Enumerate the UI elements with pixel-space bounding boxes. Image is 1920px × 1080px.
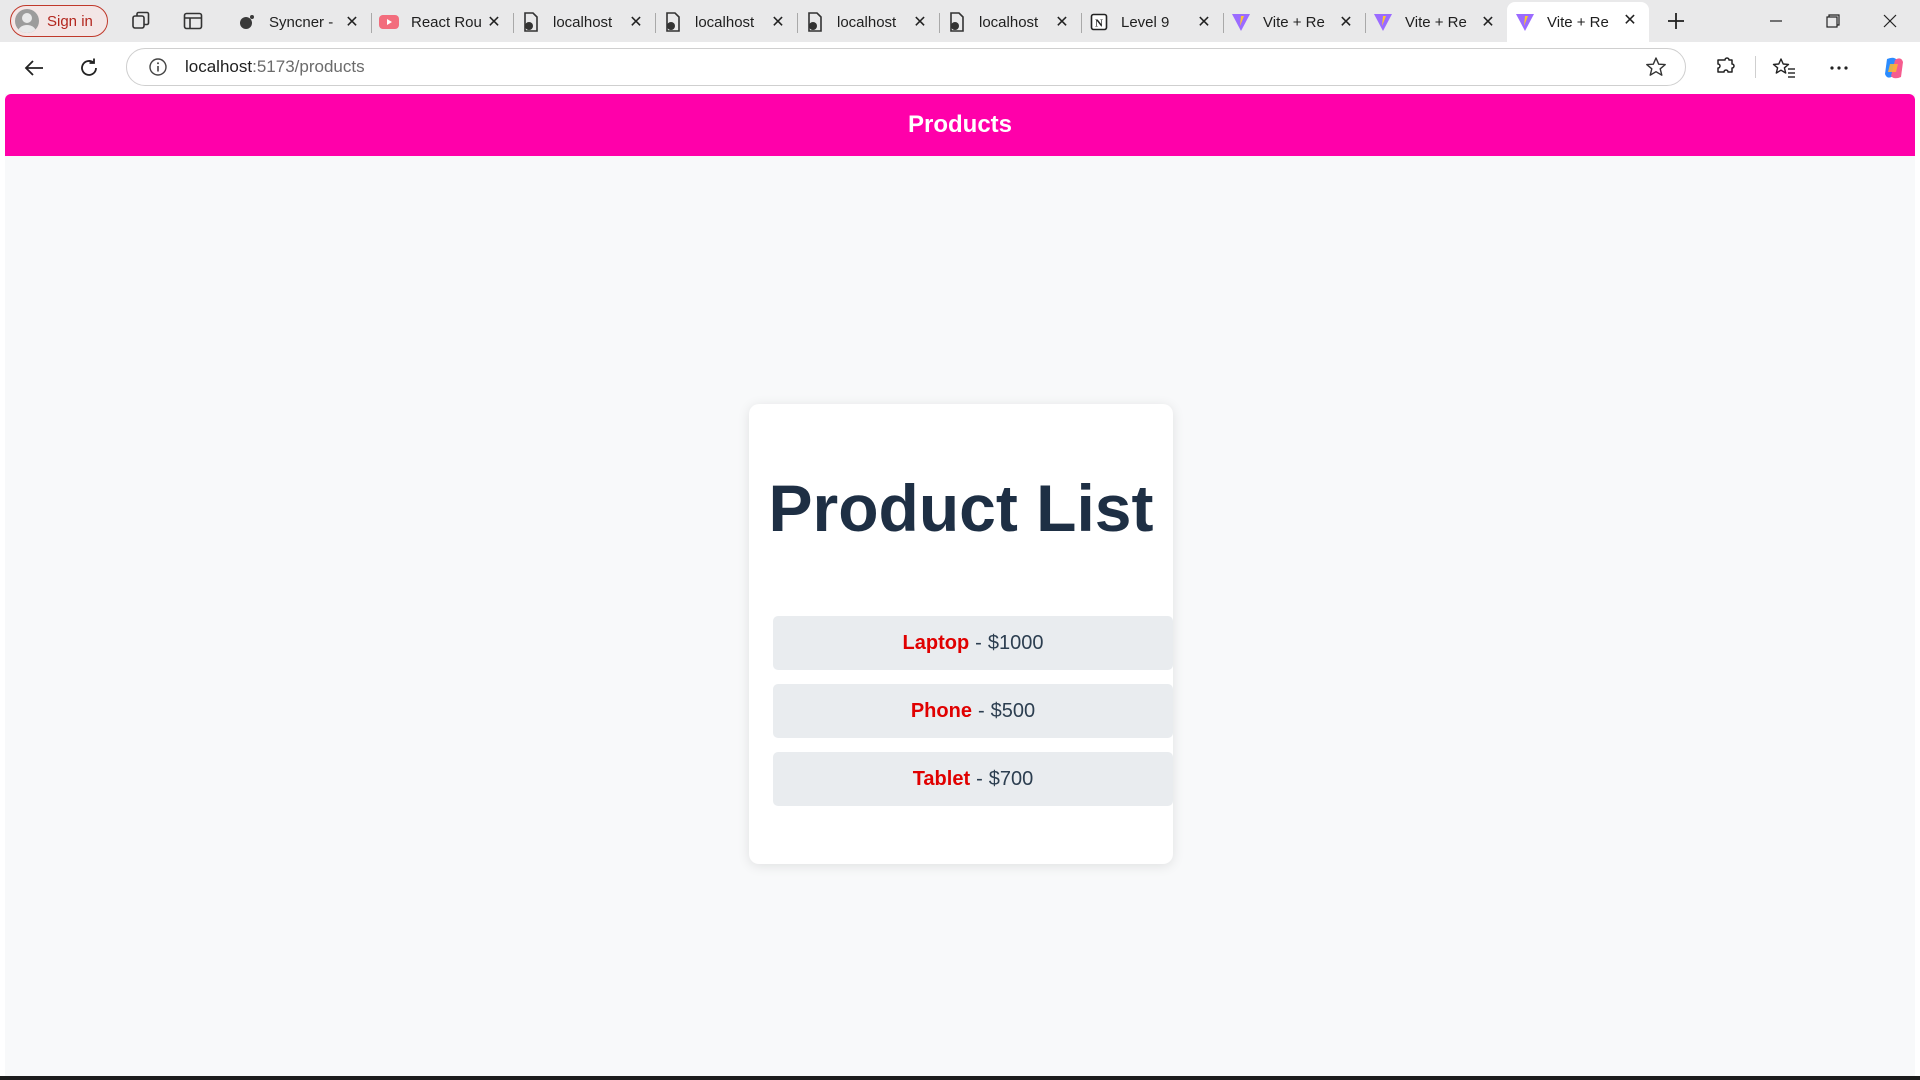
notion-icon: N [1089, 12, 1109, 32]
tab-title: Vite + Re [1405, 13, 1467, 31]
vertical-tabs-icon[interactable] [181, 9, 205, 33]
close-tab-icon[interactable]: ✕ [769, 13, 787, 31]
tab-syncner[interactable]: Syncner - ✕ [229, 4, 372, 40]
close-tab-icon[interactable]: ✕ [1621, 11, 1639, 29]
product-name: Laptop [902, 631, 970, 654]
tab-localhost-4[interactable]: localhost ✕ [939, 4, 1082, 40]
page-header-title: Products [907, 111, 1012, 138]
site-info-icon[interactable] [147, 56, 169, 78]
tab-title: React Rou [411, 13, 481, 31]
tab-title: Vite + Re [1263, 13, 1325, 31]
tab-title: Syncner - [269, 13, 334, 31]
sign-in-button[interactable]: Sign in [10, 5, 108, 37]
document-icon [521, 12, 541, 32]
tab-localhost-3[interactable]: localhost ✕ [797, 4, 940, 40]
url-text[interactable]: localhost:5173/products [185, 57, 365, 77]
list-item: Tablet - $700 [773, 752, 1173, 806]
close-tab-icon[interactable]: ✕ [485, 13, 503, 31]
extensions-icon[interactable] [1709, 52, 1741, 84]
address-bar[interactable]: localhost:5173/products [126, 48, 1686, 86]
tab-localhost-1[interactable]: localhost ✕ [513, 4, 656, 40]
product-price: $500 [990, 699, 1036, 722]
favorite-star-icon[interactable] [1645, 56, 1667, 78]
tab-level-9[interactable]: N Level 9 ✕ [1081, 4, 1224, 40]
url-host: localhost [185, 57, 253, 76]
vite-icon [1373, 12, 1393, 32]
close-tab-icon[interactable]: ✕ [1479, 13, 1497, 31]
restore-icon[interactable] [1805, 0, 1861, 42]
tab-vite-2[interactable]: Vite + Re ✕ [1365, 4, 1507, 40]
sign-in-label: Sign in [47, 12, 93, 30]
vite-icon [1231, 12, 1251, 32]
svg-text:N: N [1095, 18, 1103, 30]
close-tab-icon[interactable]: ✕ [1195, 13, 1213, 31]
product-price: $700 [988, 767, 1034, 790]
product-card: Product List Laptop - $1000 Phone - $500 Tab… [749, 404, 1173, 864]
tab-title: localhost [553, 13, 613, 31]
tab-vite-1[interactable]: Vite + Re ✕ [1223, 4, 1366, 40]
product-separator: - [975, 631, 982, 654]
workspaces-icon[interactable] [129, 9, 153, 33]
browser-toolbar: localhost:5173/products [0, 42, 1920, 94]
close-tab-icon[interactable]: ✕ [911, 13, 929, 31]
tab-react-router[interactable]: React Rou ✕ [371, 4, 514, 40]
document-icon [805, 12, 825, 32]
youtube-icon [379, 12, 399, 32]
product-separator: - [976, 767, 983, 790]
tab-title: localhost [837, 13, 897, 31]
tab-title: localhost [695, 13, 755, 31]
product-price: $1000 [987, 631, 1044, 654]
new-tab-icon[interactable] [1664, 9, 1688, 33]
taskbar-edge [0, 1076, 1920, 1080]
product-separator: - [977, 699, 985, 722]
favorites-icon[interactable] [1768, 52, 1800, 84]
close-tab-icon[interactable]: ✕ [1053, 13, 1071, 31]
copilot-icon[interactable] [1878, 52, 1910, 84]
syncner-icon [237, 12, 257, 32]
tab-title: Level 9 [1121, 13, 1170, 31]
document-icon [947, 12, 967, 32]
close-tab-icon[interactable]: ✕ [1337, 13, 1355, 31]
refresh-icon[interactable] [73, 52, 105, 84]
minimize-icon[interactable] [1748, 0, 1804, 42]
document-icon [663, 12, 683, 32]
vite-icon [1515, 12, 1535, 32]
close-window-icon[interactable] [1862, 0, 1918, 42]
list-item: Phone - $500 [773, 684, 1173, 738]
tab-localhost-2[interactable]: localhost ✕ [655, 4, 798, 40]
profile-avatar-icon [15, 9, 39, 33]
tab-strip: Sign in Syncner - ✕ React Rou ✕ localhos… [0, 0, 1920, 42]
product-list-title: Product List [768, 471, 1154, 545]
tab-title: localhost [979, 13, 1039, 31]
url-path: :5173/products [252, 57, 365, 76]
product-name: Phone [910, 699, 972, 722]
back-icon[interactable] [18, 52, 50, 84]
page-viewport: Products Product List Laptop - $1000 Phone… [5, 94, 1915, 1076]
more-options-icon[interactable] [1823, 52, 1855, 84]
close-tab-icon[interactable]: ✕ [627, 13, 645, 31]
list-item: Laptop - $1000 [773, 616, 1173, 670]
toolbar-divider [1755, 56, 1756, 78]
product-list: Laptop - $1000 Phone - $500 Tablet - $700 [773, 616, 1173, 820]
product-name: Tablet [912, 767, 971, 790]
page-header: Products [5, 94, 1915, 156]
tab-title: Vite + Re [1547, 13, 1609, 31]
close-tab-icon[interactable]: ✕ [343, 13, 361, 31]
tab-vite-active[interactable]: Vite + Re ✕ [1507, 2, 1649, 42]
